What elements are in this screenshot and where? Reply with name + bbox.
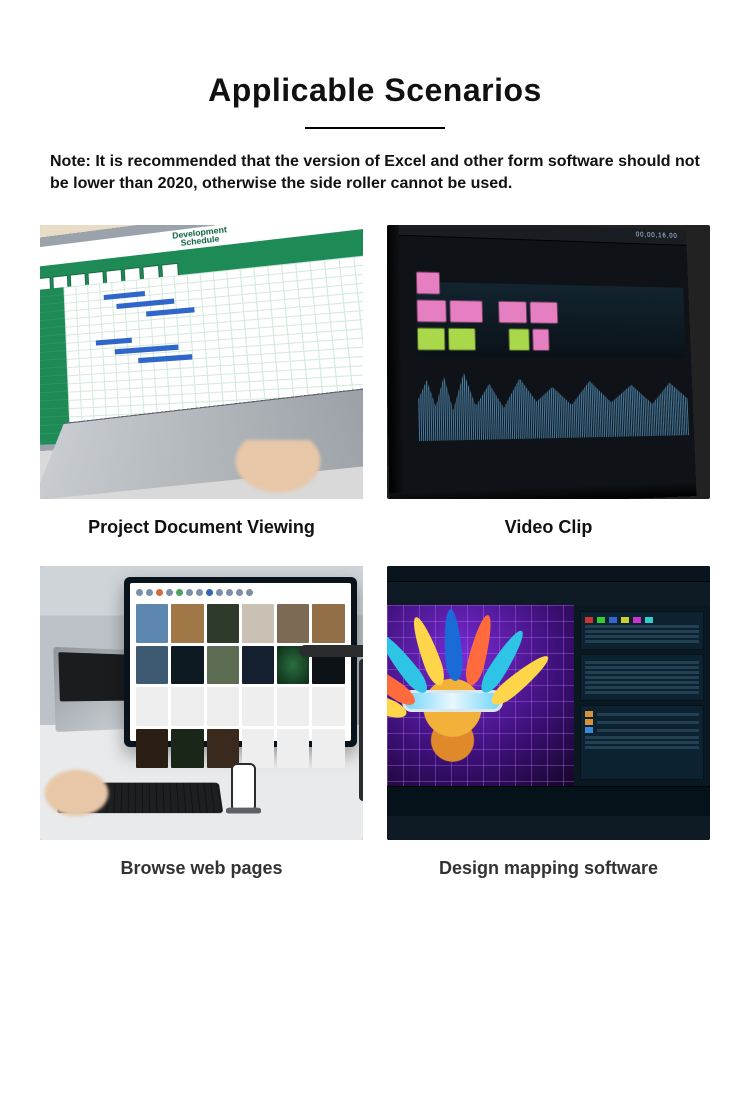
3d-side-panel [574, 605, 710, 786]
note-body: It is recommended that the version of Ex… [50, 153, 700, 192]
page-title: Applicable Scenarios [40, 72, 710, 109]
scenario-image-3d-software [387, 566, 710, 840]
scenario-caption: Video Clip [387, 517, 710, 538]
page: Applicable Scenarios Note: It is recomme… [0, 0, 750, 909]
scenario-caption: Design mapping software [387, 858, 710, 879]
scenario-card-project-document: Development Schedule [40, 225, 363, 538]
scenario-caption: Project Document Viewing [40, 517, 363, 538]
scenario-grid: Development Schedule [40, 225, 710, 878]
scenario-card-design-software: Design mapping software [387, 566, 710, 879]
divider [305, 127, 445, 129]
note-label: Note: [50, 153, 91, 170]
scenario-image-spreadsheet: Development Schedule [40, 225, 363, 499]
scenario-image-video-editor: 00,00,16,00 [387, 225, 710, 499]
3d-viewport [387, 605, 574, 786]
scenario-caption: Browse web pages [40, 858, 363, 879]
scenario-card-video-clip: 00,00,16,00 [387, 225, 710, 538]
scenario-card-browse-web: Browse web pages [40, 566, 363, 879]
note-text: Note: It is recommended that the version… [50, 151, 700, 195]
scenario-image-desk-monitor [40, 566, 363, 840]
